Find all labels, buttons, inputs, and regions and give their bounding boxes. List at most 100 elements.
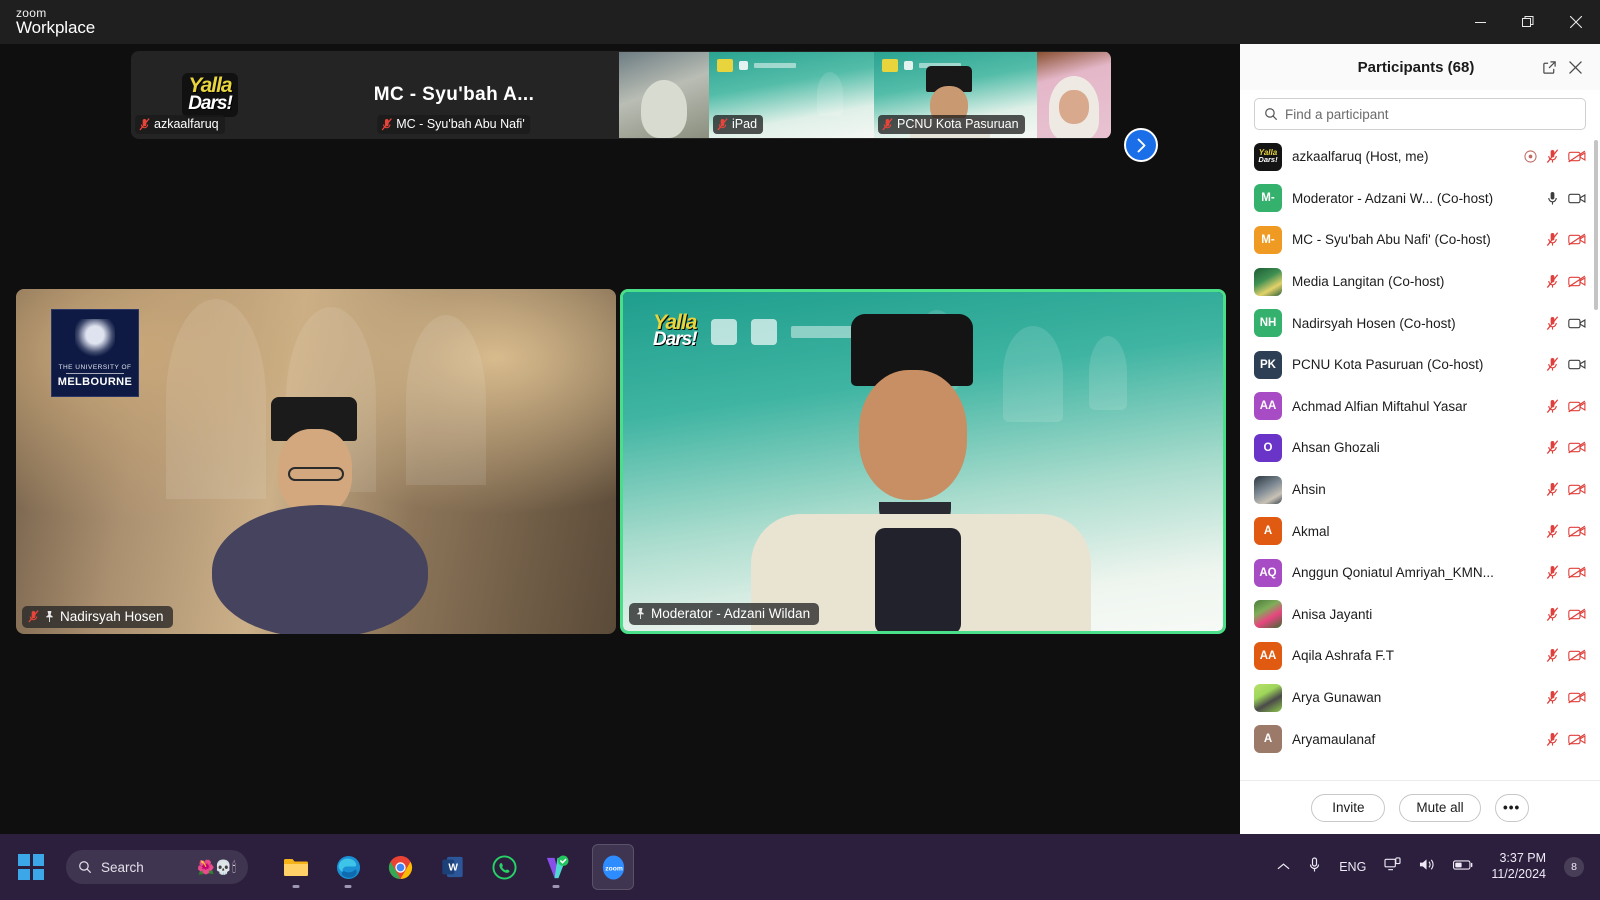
video-off-icon[interactable] xyxy=(1568,400,1586,413)
windows-start-icon[interactable] xyxy=(18,854,44,880)
video-off-icon[interactable] xyxy=(1568,691,1586,704)
filmstrip-tile-azkaalfaruq[interactable]: Yalla Dars! azkaalfaruq xyxy=(131,52,289,138)
whatsapp-icon[interactable] xyxy=(488,850,520,884)
participant-row[interactable]: PK PCNU Kota Pasuruan (Co-host) xyxy=(1240,344,1600,386)
participant-row[interactable]: AQ Anggun Qoniatul Amriyah_KMN... xyxy=(1240,552,1600,594)
mic-off-icon[interactable] xyxy=(1546,440,1559,455)
video-off-icon[interactable] xyxy=(1568,525,1586,538)
close-button[interactable] xyxy=(1552,0,1600,44)
participant-row[interactable]: Arya Gunawan xyxy=(1240,677,1600,719)
filmstrip-next-page-button[interactable] xyxy=(1124,128,1158,162)
taskbar-search-box[interactable]: Search 🌺💀🕯 xyxy=(66,850,248,884)
participant-name: Ahsin xyxy=(1292,482,1326,498)
video-tile-moderator-adzani-wildan[interactable]: Yalla Dars! Moderator - Adzani Wildan xyxy=(620,289,1226,634)
filmstrip-tile-yassirly[interactable]: Yassirly Amri xyxy=(1037,52,1111,138)
filmstrip-tile-mc-syubah[interactable]: MC - Syu'bah A... MC - Syu'bah Abu Nafi' xyxy=(289,52,619,138)
video-on-icon[interactable] xyxy=(1568,358,1586,371)
video-on-icon[interactable] xyxy=(1568,192,1586,205)
participant-name-cell: Aqila Ashrafa F.T xyxy=(1292,648,1536,663)
file-explorer-icon[interactable] xyxy=(280,850,312,888)
taskbar-left-group: Search 🌺💀🕯 W zoom xyxy=(0,844,634,890)
search-input[interactable] xyxy=(1285,106,1576,122)
mic-off-icon[interactable] xyxy=(1546,232,1559,247)
v-app-icon[interactable] xyxy=(540,850,572,888)
participant-row[interactable]: A Akmal xyxy=(1240,510,1600,552)
mic-off-icon[interactable] xyxy=(1546,482,1559,497)
video-off-icon[interactable] xyxy=(1568,608,1586,621)
participant-row[interactable]: Yalla Dars! azkaalfaruq (Host, me) xyxy=(1240,136,1600,178)
participant-row[interactable]: NH Nadirsyah Hosen (Co-host) xyxy=(1240,302,1600,344)
participant-row[interactable]: A Aryamaulanaf xyxy=(1240,718,1600,760)
participant-row[interactable]: AA Aqila Ashrafa F.T xyxy=(1240,635,1600,677)
participant-row[interactable]: Ahsin xyxy=(1240,469,1600,511)
zoom-taskbar-icon[interactable]: zoom xyxy=(592,844,634,890)
video-off-icon[interactable] xyxy=(1568,649,1586,662)
battery-tray-icon[interactable] xyxy=(1453,858,1473,876)
participant-status-icons xyxy=(1546,316,1586,331)
participant-name: Achmad Alfian Miftahul Yasar xyxy=(1292,398,1468,414)
mic-off-icon[interactable] xyxy=(1546,399,1559,414)
video-on-icon[interactable] xyxy=(1568,317,1586,330)
mic-off-icon[interactable] xyxy=(1546,648,1559,663)
participants-list[interactable]: Yalla Dars! azkaalfaruq (Host, me) M- Mod… xyxy=(1240,136,1600,780)
participant-row[interactable]: O Ahsan Ghozali xyxy=(1240,427,1600,469)
mic-off-icon[interactable] xyxy=(1546,274,1559,289)
filmstrip-tile-pcnu[interactable]: PCNU Kota Pasuruan xyxy=(874,52,1037,138)
status-dot-icon[interactable] xyxy=(1524,150,1537,163)
participant-row[interactable]: Media Langitan (Co-host) xyxy=(1240,261,1600,303)
video-off-icon[interactable] xyxy=(1568,233,1586,246)
mic-off-icon[interactable] xyxy=(1546,565,1559,580)
participant-row[interactable]: AA Achmad Alfian Miftahul Yasar xyxy=(1240,386,1600,428)
participant-row[interactable]: Anisa Jayanti xyxy=(1240,594,1600,636)
yalla-dars-logo: Yalla Dars! xyxy=(182,73,238,117)
filmstrip-tile-firda[interactable]: firda qotrunnada xyxy=(619,52,709,138)
participant-name-cell: azkaalfaruq (Host, me) xyxy=(1292,149,1514,164)
video-off-icon[interactable] xyxy=(1568,275,1586,288)
maximize-restore-button[interactable] xyxy=(1504,0,1552,44)
mute-all-button[interactable]: Mute all xyxy=(1399,793,1481,822)
mic-off-icon[interactable] xyxy=(1546,607,1559,622)
show-hidden-icons-button[interactable] xyxy=(1277,858,1290,876)
video-tile-nadirsyah-hosen[interactable]: THE UNIVERSITY OF MELBOURNE Nadirsyah Ho… xyxy=(16,289,616,634)
network-tray-icon[interactable] xyxy=(1384,857,1401,877)
participant-row[interactable]: M- MC - Syu'bah Abu Nafi' (Co-host) xyxy=(1240,219,1600,261)
pop-out-icon[interactable] xyxy=(1536,54,1562,80)
participant-role: (Co-host) xyxy=(1434,232,1491,248)
participant-name: Anisa Jayanti xyxy=(1292,606,1373,622)
mic-off-icon[interactable] xyxy=(1546,316,1559,331)
video-off-icon[interactable] xyxy=(1568,441,1586,454)
video-off-icon[interactable] xyxy=(1568,566,1586,579)
video-off-icon[interactable] xyxy=(1568,483,1586,496)
participant-search-box[interactable] xyxy=(1254,98,1586,130)
mic-off-icon[interactable] xyxy=(1546,690,1559,705)
participant-filmstrip[interactable]: Yalla Dars! azkaalfaruq MC - Syu'bah A..… xyxy=(131,51,1111,139)
filmstrip-tile-ipad[interactable]: iPad xyxy=(709,52,874,138)
participant-row[interactable]: M- Moderator - Adzani W... (Co-host) xyxy=(1240,178,1600,220)
mosque-silhouette xyxy=(1089,336,1127,410)
invite-button[interactable]: Invite xyxy=(1311,793,1386,822)
video-off-icon[interactable] xyxy=(1568,150,1586,163)
minimize-button[interactable] xyxy=(1456,0,1504,44)
mic-off-icon[interactable] xyxy=(1546,357,1559,372)
mic-off-icon[interactable] xyxy=(1546,731,1559,747)
running-indicator xyxy=(344,885,352,888)
mosque-silhouette xyxy=(1003,326,1063,422)
participant-name: Aryamaulanaf xyxy=(1292,731,1376,747)
volume-tray-icon[interactable] xyxy=(1419,857,1435,877)
mic-off-icon[interactable] xyxy=(1546,523,1559,539)
microphone-tray-icon[interactable] xyxy=(1308,856,1321,878)
taskbar-clock[interactable]: 3:37 PM 11/2/2024 xyxy=(1491,851,1546,882)
video-off-icon[interactable] xyxy=(1568,733,1586,746)
search-icon xyxy=(1265,108,1278,121)
microsoft-edge-icon[interactable] xyxy=(332,850,364,888)
mic-off-icon[interactable] xyxy=(1546,149,1559,164)
participants-scrollbar[interactable] xyxy=(1594,140,1598,310)
more-options-button[interactable]: ••• xyxy=(1494,793,1529,822)
close-panel-icon[interactable] xyxy=(1562,54,1588,80)
notification-badge[interactable]: 8 xyxy=(1564,857,1584,877)
google-chrome-icon[interactable] xyxy=(384,850,416,884)
mic-on-icon[interactable] xyxy=(1546,191,1559,206)
language-indicator[interactable]: ENG xyxy=(1339,860,1366,874)
microsoft-word-icon[interactable]: W xyxy=(436,850,468,884)
participant-avatar: AA xyxy=(1254,392,1282,421)
